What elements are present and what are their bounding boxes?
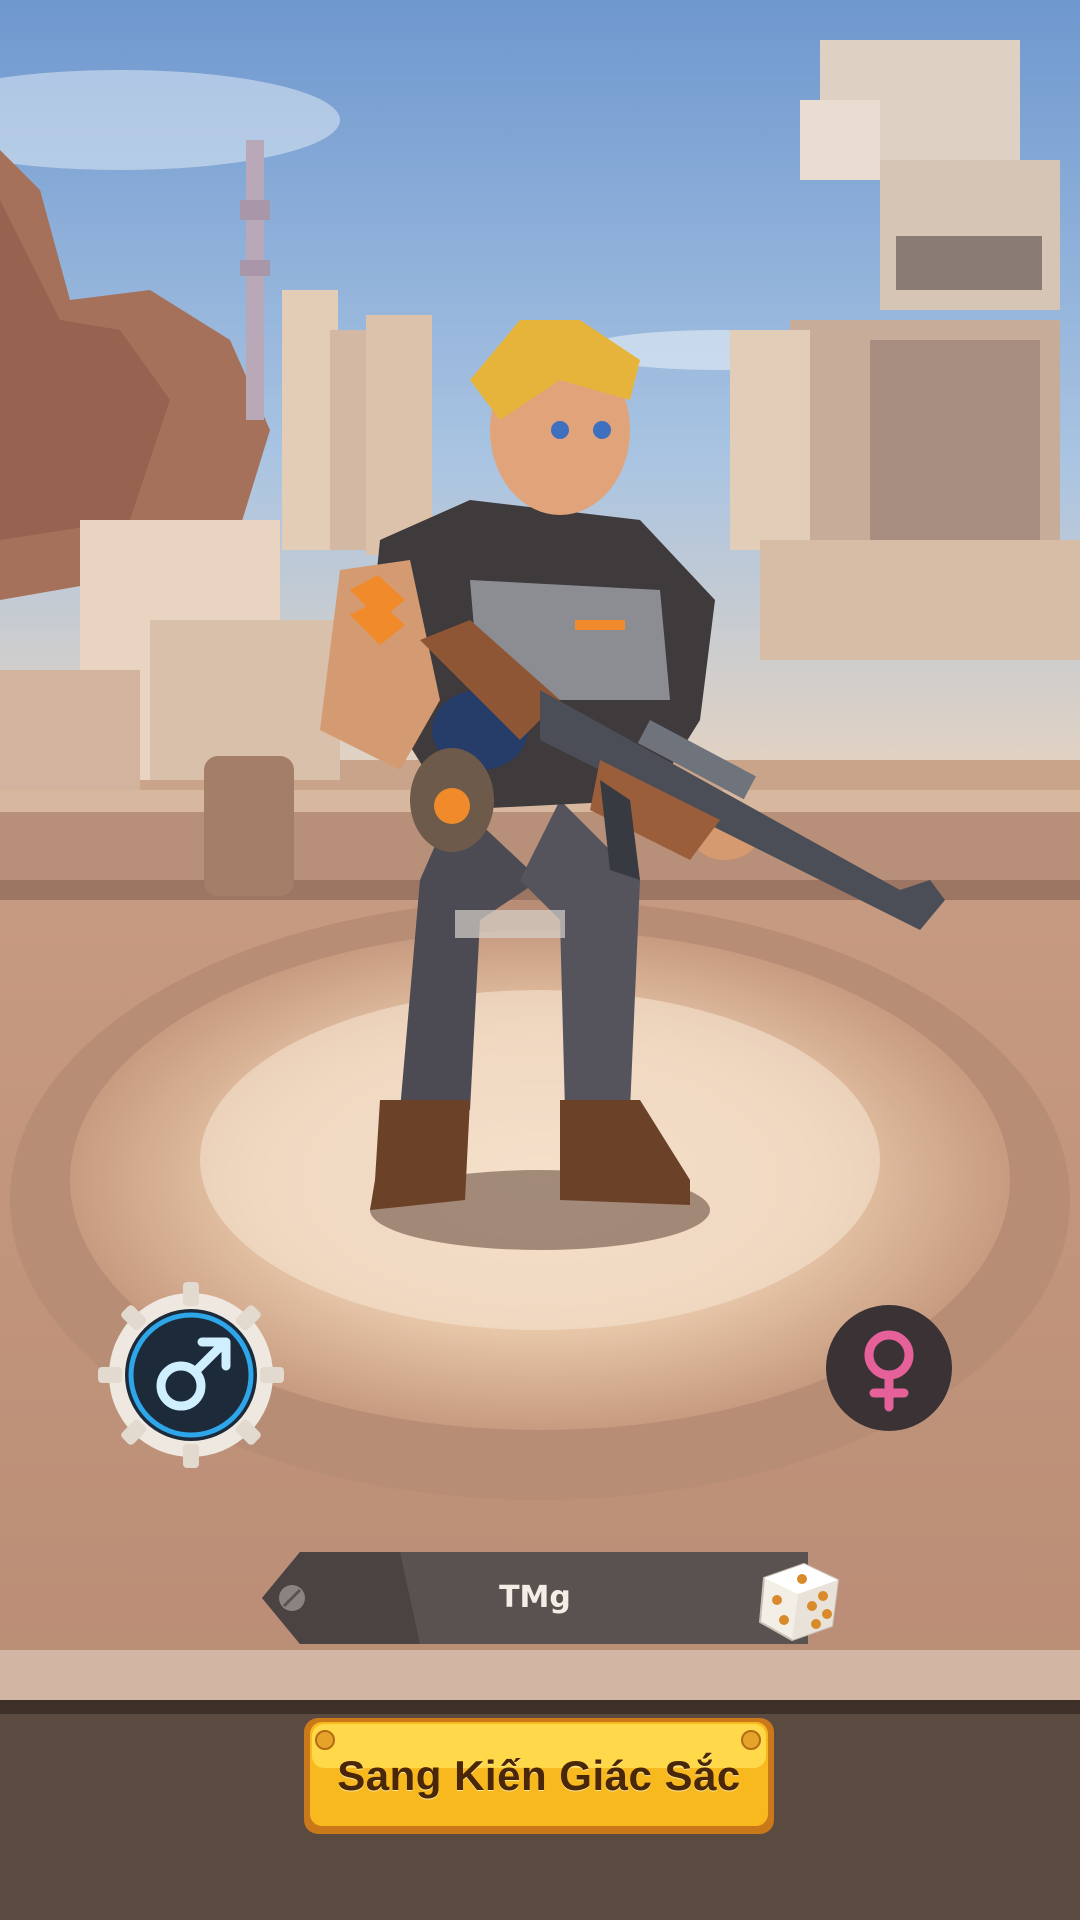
- character-name-field[interactable]: TMg: [262, 1552, 808, 1644]
- female-gender-button[interactable]: [824, 1303, 954, 1433]
- tower: [246, 140, 264, 420]
- boot-left: [370, 1100, 470, 1210]
- male-symbol-icon: [98, 1282, 284, 1468]
- male-gender-button[interactable]: [98, 1282, 284, 1468]
- ruin-pillar: [282, 290, 338, 550]
- dice-icon: [758, 1562, 840, 1642]
- female-symbol-icon: [826, 1305, 952, 1431]
- create-character-button-label: Sang Kiến Giác Sắc: [337, 1752, 741, 1799]
- game-screen: TMg Sang Kiến Giác Sắc: [0, 0, 1080, 1920]
- random-name-button[interactable]: [752, 1548, 848, 1644]
- character-name: TMg: [499, 1580, 571, 1615]
- create-character-button[interactable]: Sang Kiến Giác Sắc: [304, 1718, 774, 1834]
